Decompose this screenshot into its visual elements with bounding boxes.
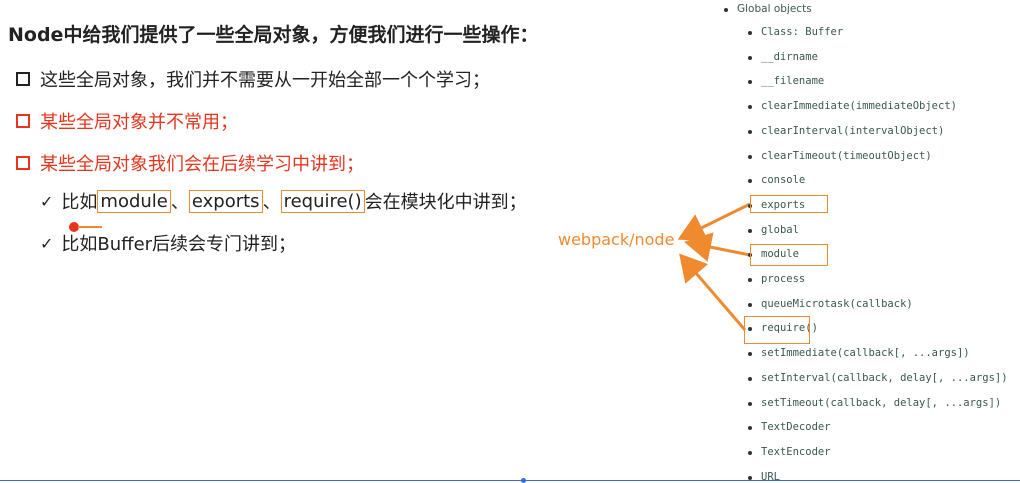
doc-list-item[interactable]: setImmediate(callback[, ...args]) [748, 347, 970, 360]
doc-list-item-label: console [761, 174, 806, 187]
list-bullet-icon [748, 80, 752, 85]
doc-list-item[interactable]: TextEncoder [748, 445, 831, 458]
doc-list-item[interactable]: clearImmediate(immediateObject) [748, 100, 957, 113]
doc-list-item[interactable]: global [748, 223, 799, 236]
list-bullet-icon [748, 228, 752, 233]
doc-list-item-label: queueMicrotask(callback) [761, 297, 913, 310]
highlight-exports: exports [188, 189, 263, 213]
video-progress-bar[interactable] [0, 480, 1020, 481]
checkmark-icon: ✓ [40, 233, 54, 253]
list-bullet-icon [748, 376, 752, 381]
list-bullet-icon [748, 154, 752, 159]
bullet-global-objects-learning: 这些全局对象，我们并不需要从一开始全部一个个学习； [16, 66, 490, 92]
highlight-box-exports [750, 195, 828, 213]
sub-text-prefix: 比如 [61, 192, 98, 213]
list-bullet-icon [748, 426, 752, 431]
square-bullet-icon [16, 114, 30, 128]
video-progress-handle[interactable] [521, 478, 526, 483]
doc-list-item-label: __filename [761, 75, 825, 88]
sub-bullet-buffer: ✓ 比如Buffer后续会专门讲到； [40, 230, 296, 256]
bullet-covered-later: 某些全局对象我们会在后续学习中讲到； [16, 150, 364, 176]
doc-heading-global-objects[interactable]: Global objects [724, 3, 812, 15]
sub-text: 比如Buffer后续会专门讲到； [61, 234, 297, 255]
highlight-box-module [750, 244, 828, 266]
list-bullet-icon [748, 352, 752, 357]
list-bullet-icon [748, 278, 752, 282]
separator: 、 [170, 192, 189, 213]
bullet-text: 某些全局对象我们会在后续学习中讲到； [40, 154, 364, 175]
doc-list-item-label: TextDecoder [761, 421, 831, 434]
arrow-module [684, 232, 751, 262]
highlight-box-require [744, 316, 810, 344]
doc-list-item[interactable]: queueMicrotask(callback) [748, 297, 913, 310]
bullet-text: 某些全局对象并不常用； [40, 112, 238, 133]
doc-list-item-label: clearTimeout(timeoutObject) [761, 149, 932, 162]
doc-list-item-label: setInterval(callback, delay[, ...args]) [761, 371, 1008, 384]
arrow-require [679, 253, 747, 331]
doc-list-item[interactable]: __dirname [748, 50, 818, 63]
list-bullet-icon [748, 475, 752, 480]
arrow-exports [677, 202, 751, 242]
doc-list-item-label: clearInterval(intervalObject) [761, 124, 945, 137]
doc-list-item-label: setTimeout(callback, delay[, ...args]) [761, 396, 1002, 409]
annotation-webpack-node: webpack/node [558, 230, 675, 249]
doc-list-item[interactable]: setInterval(callback, delay[, ...args]) [748, 371, 1008, 384]
doc-list-item[interactable]: Class: Buffer [748, 26, 844, 38]
list-bullet-icon [724, 8, 728, 12]
doc-list-item[interactable]: process [748, 273, 806, 285]
doc-list-item[interactable]: setTimeout(callback, delay[, ...args]) [748, 396, 1002, 409]
slide-title: Node中给我们提供了一些全局对象，方便我们进行一些操作： [8, 24, 539, 46]
list-bullet-icon [748, 302, 752, 307]
list-bullet-icon [748, 450, 752, 455]
laser-pointer-trail [78, 226, 102, 228]
list-bullet-icon [748, 55, 752, 60]
doc-list-item-label: Class: Buffer [761, 26, 844, 38]
doc-list-item-label: TextEncoder [761, 445, 831, 458]
sub-bullet-modules: ✓ 比如 module 、 exports 、 require() 会在模块化中… [40, 188, 527, 214]
list-bullet-icon [748, 179, 752, 184]
checkmark-icon: ✓ [40, 191, 54, 211]
doc-list-item[interactable]: __filename [748, 75, 825, 88]
bullet-not-common: 某些全局对象并不常用； [16, 108, 238, 134]
list-bullet-icon [748, 31, 752, 35]
doc-list-item[interactable]: TextDecoder [748, 421, 831, 434]
doc-list-item-label: __dirname [761, 50, 818, 63]
doc-list-item-label: global [761, 223, 799, 236]
list-bullet-icon [748, 401, 752, 406]
highlight-require: require() [280, 189, 365, 213]
doc-list-item-label: clearImmediate(immediateObject) [761, 100, 957, 113]
sub-text-suffix: 会在模块化中讲到； [364, 192, 527, 213]
doc-list-item[interactable]: console [748, 174, 806, 187]
doc-list-item-label: process [761, 273, 806, 285]
doc-list-item[interactable]: clearTimeout(timeoutObject) [748, 149, 932, 162]
square-bullet-icon [16, 72, 30, 86]
highlight-module: module [97, 189, 171, 213]
list-bullet-icon [748, 129, 752, 134]
square-bullet-icon [16, 156, 30, 170]
list-bullet-icon [748, 105, 752, 110]
doc-list-item-label: setImmediate(callback[, ...args]) [761, 347, 970, 360]
bullet-text: 这些全局对象，我们并不需要从一开始全部一个个学习； [40, 70, 490, 91]
separator: 、 [262, 192, 281, 213]
doc-list-item[interactable]: clearInterval(intervalObject) [748, 124, 945, 137]
